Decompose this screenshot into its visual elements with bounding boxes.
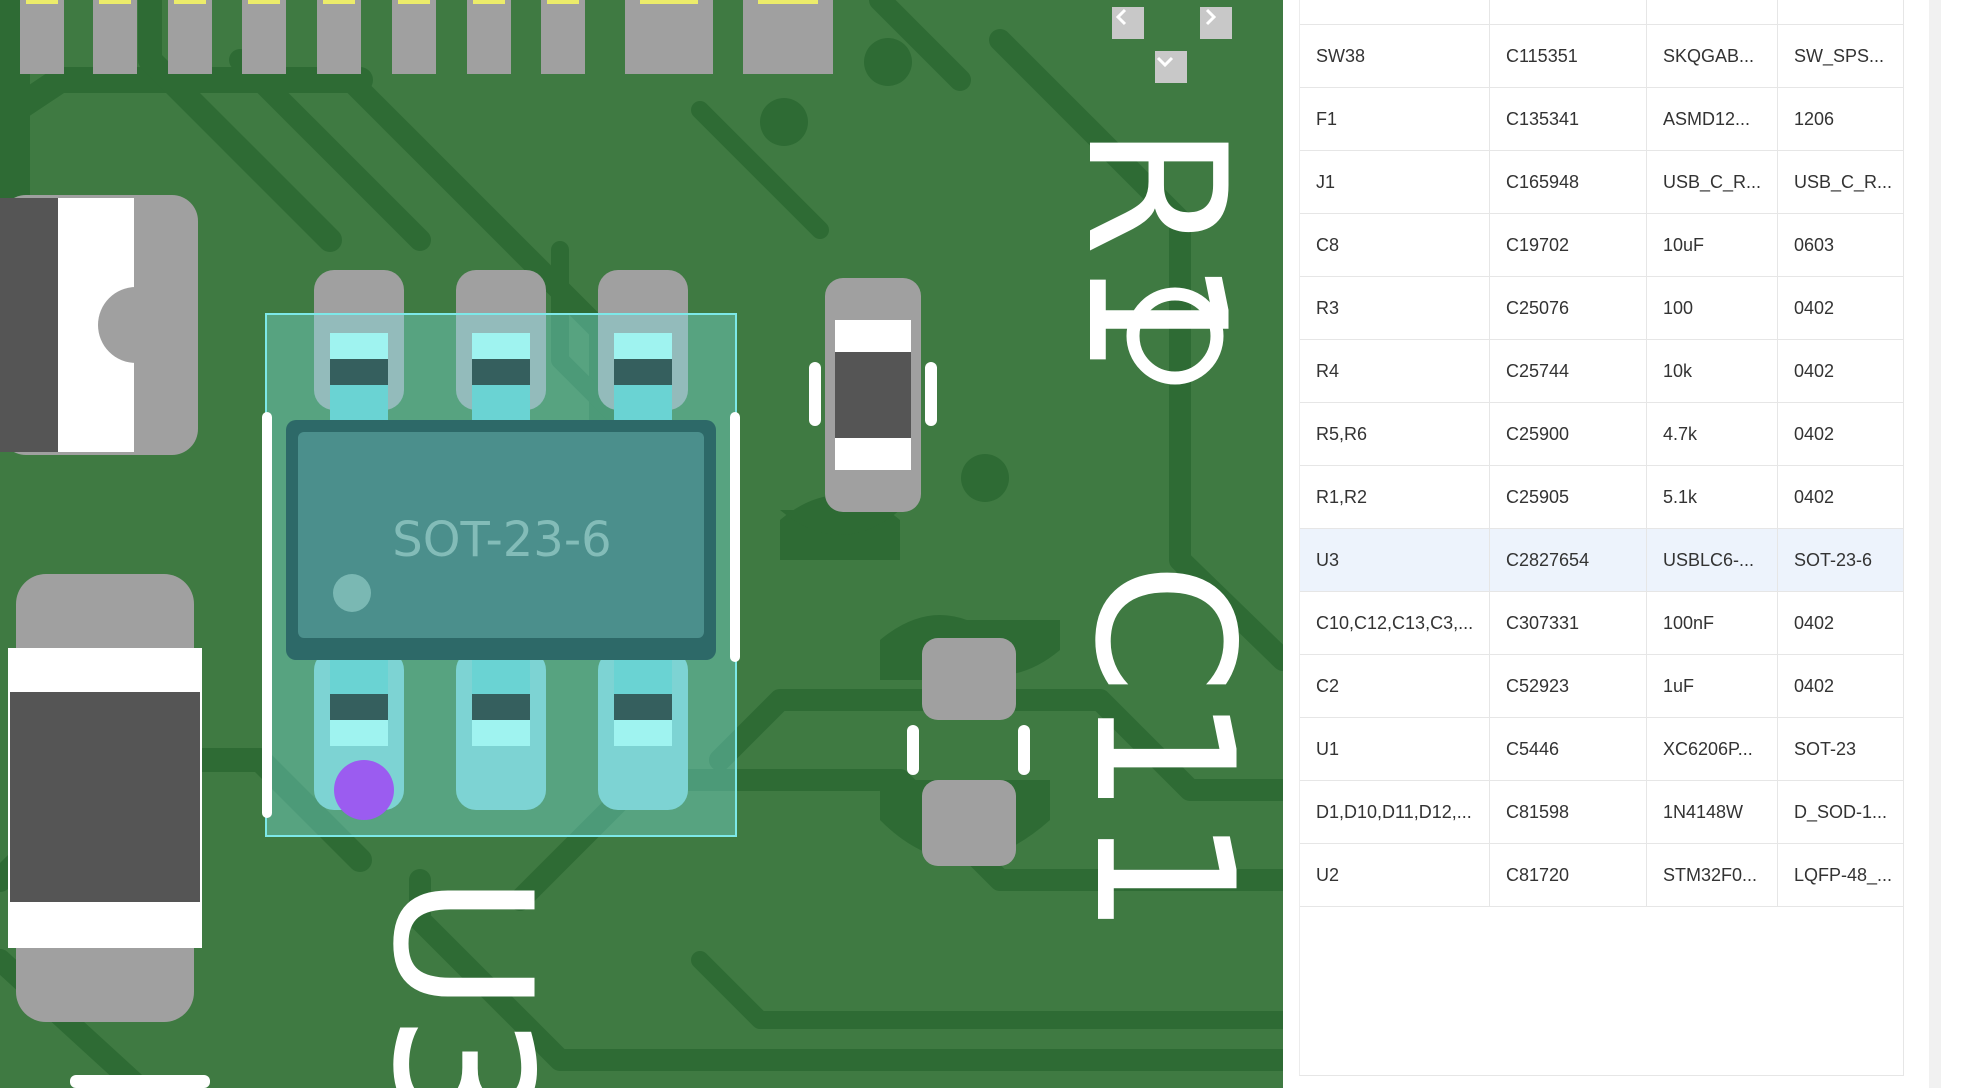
table-row[interactable]: J1 C165948 USB_C_R... USB_C_R...: [1300, 151, 1903, 214]
value-cell: STM32F0...: [1647, 844, 1778, 906]
lcsc-cell: C2827654: [1490, 529, 1647, 591]
chevron-down-icon: [1156, 56, 1174, 68]
value-cell: 10k: [1647, 340, 1778, 402]
value-cell: USB_C_R...: [1647, 151, 1778, 213]
lcsc-cell: C135341: [1490, 88, 1647, 150]
ref-cell: F1: [1300, 88, 1490, 150]
pin1-marker: [334, 760, 394, 820]
lcsc-cell: C25900: [1490, 403, 1647, 465]
table-row[interactable]: R1,R2 C25905 5.1k 0402: [1300, 466, 1903, 529]
footprint-cell: USB_C_R...: [1794, 172, 1893, 192]
value-cell: 1N4148W: [1647, 781, 1778, 843]
lcsc-cell: C19702: [1490, 214, 1647, 276]
footprint-cell: 0402: [1794, 298, 1835, 318]
value-cell: 4.7k: [1647, 403, 1778, 465]
footprint-cell: 0402: [1794, 361, 1835, 381]
package-label: SOT-23-6: [392, 512, 611, 568]
table-row[interactable]: F1 C135341 ASMD12... 1206: [1300, 88, 1903, 151]
ref-cell: SW38: [1300, 25, 1490, 87]
collapse-button[interactable]: [1155, 51, 1187, 83]
chevron-right-icon: [1205, 8, 1217, 26]
footprint-cell: 0603: [1794, 235, 1835, 255]
table-row[interactable]: C8 C19702 10uF 0603: [1300, 214, 1903, 277]
footprint-cell: 0402: [1794, 613, 1835, 633]
value-cell: XC6206P...: [1647, 718, 1778, 780]
lcsc-cell: C307331: [1490, 592, 1647, 654]
pcb-canvas[interactable]: SOT-23-6 R1 C11 U3: [0, 0, 1283, 1088]
designator-r1: R1: [1045, 124, 1266, 377]
lcsc-cell: C81598: [1490, 781, 1647, 843]
value-cell: ASMD12...: [1647, 88, 1778, 150]
table-row[interactable]: U2 C81720 STM32F0... LQFP-48_...: [1300, 844, 1903, 907]
lcsc-cell: C52923: [1490, 655, 1647, 717]
ref-cell: C10,C12,C13,C3,...: [1300, 592, 1490, 654]
table-row-selected[interactable]: U3 C2827654 USBLC6-... SOT-23-6: [1300, 529, 1903, 592]
table-row[interactable]: R5,R6 C25900 4.7k 0402: [1300, 403, 1903, 466]
designator-c11: C11: [1053, 562, 1274, 936]
table-row[interactable]: R4 C25744 10k 0402: [1300, 340, 1903, 403]
lcsc-cell: C25905: [1490, 466, 1647, 528]
value-cell: 10uF: [1647, 214, 1778, 276]
table-row[interactable]: D1,D10,D11,D12,... C81598 1N4148W D_SOD-1..…: [1300, 781, 1903, 844]
footprint-cell: 0402: [1794, 487, 1835, 507]
footprint-cell: D_SOD-1...: [1794, 802, 1888, 822]
ref-cell: R5,R6: [1300, 403, 1490, 465]
ref-cell: U1: [1300, 718, 1490, 780]
pcb-viewer[interactable]: SOT-23-6 R1 C11 U3: [0, 0, 1283, 1088]
value-cell: 100: [1647, 277, 1778, 339]
lcsc-cell: C25076: [1490, 277, 1647, 339]
ref-cell: C2: [1300, 655, 1490, 717]
bom-table: SW38 C115351 SKQGAB... SW_SPS... F1 C135341 AS…: [1299, 0, 1904, 1076]
ref-cell: D1,D10,D11,D12,...: [1300, 781, 1490, 843]
value-cell: 1uF: [1647, 655, 1778, 717]
ref-cell: R3: [1300, 277, 1490, 339]
footprint-cell: 1206: [1794, 109, 1835, 129]
table-row[interactable]: R3 C25076 100 0402: [1300, 277, 1903, 340]
footprint-cell: LQFP-48_...: [1794, 865, 1893, 885]
value-cell: 5.1k: [1647, 466, 1778, 528]
lcsc-cell: C165948: [1490, 151, 1647, 213]
lcsc-cell: C5446: [1490, 718, 1647, 780]
value-cell: USBLC6-...: [1647, 529, 1778, 591]
footprint-cell: SOT-23-6: [1794, 550, 1873, 570]
next-button[interactable]: [1200, 7, 1232, 39]
lcsc-cell: C115351: [1490, 25, 1647, 87]
footprint-cell: SW_SPS...: [1794, 46, 1885, 66]
value-cell: SKQGAB...: [1647, 25, 1778, 87]
table-row[interactable]: C2 C52923 1uF 0402: [1300, 655, 1903, 718]
ref-cell: R4: [1300, 340, 1490, 402]
value-cell: 100nF: [1647, 592, 1778, 654]
bom-panel: SW38 C115351 SKQGAB... SW_SPS... F1 C135341 AS…: [1283, 0, 1988, 1088]
designator-u3: U3: [351, 874, 572, 1088]
ref-cell: C8: [1300, 214, 1490, 276]
lcsc-cell: C81720: [1490, 844, 1647, 906]
footprint-cell: SOT-23: [1794, 739, 1857, 759]
ref-cell: R1,R2: [1300, 466, 1490, 528]
footprint-cell: 0402: [1794, 676, 1835, 696]
prev-button[interactable]: [1112, 7, 1144, 39]
table-row[interactable]: U1 C5446 XC6206P... SOT-23: [1300, 718, 1903, 781]
ref-cell: U2: [1300, 844, 1490, 906]
lcsc-cell: C25744: [1490, 340, 1647, 402]
table-row[interactable]: C10,C12,C13,C3,... C307331 100nF 0402: [1300, 592, 1903, 655]
footprint-cell: 0402: [1794, 424, 1835, 444]
ref-cell: U3: [1300, 529, 1490, 591]
scrollbar-track[interactable]: [1929, 0, 1941, 1088]
ref-cell: J1: [1300, 151, 1490, 213]
chevron-left-icon: [1115, 8, 1127, 26]
table-row[interactable]: SW38 C115351 SKQGAB... SW_SPS...: [1300, 25, 1903, 88]
table-row[interactable]: [1300, 0, 1903, 25]
